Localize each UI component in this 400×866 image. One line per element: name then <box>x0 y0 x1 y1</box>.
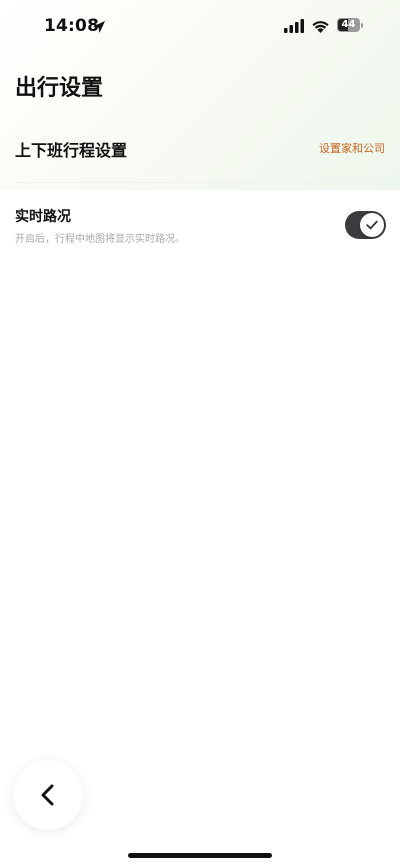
checkmark-icon <box>366 220 378 230</box>
realtime-traffic-label: 实时路况 <box>15 209 71 225</box>
cellular-signal-icon <box>284 19 304 33</box>
battery-level: 44 <box>341 19 356 30</box>
section-divider <box>15 182 385 183</box>
home-indicator <box>128 853 272 858</box>
toggle-knob <box>360 213 384 237</box>
back-button[interactable] <box>13 760 83 830</box>
realtime-traffic-toggle[interactable] <box>345 211 386 239</box>
status-time: 14:08 <box>44 16 100 36</box>
battery-icon: 44 <box>337 18 365 33</box>
location-arrow-icon <box>93 21 105 33</box>
battery-cap <box>361 23 363 28</box>
commute-setting-row[interactable]: 上下班行程设置 设置家和公司 <box>0 128 400 168</box>
wifi-icon <box>312 21 329 33</box>
chevron-left-icon <box>41 784 54 806</box>
commute-setting-label: 上下班行程设置 <box>15 141 128 160</box>
page-title: 出行设置 <box>15 76 104 101</box>
set-home-and-work-link[interactable]: 设置家和公司 <box>319 140 385 156</box>
realtime-traffic-row: 实时路况 开启后，行程中地图将显示实时路况。 <box>0 200 400 256</box>
realtime-traffic-description: 开启后，行程中地图将显示实时路况。 <box>15 234 185 245</box>
status-bar: 14:08 44 <box>0 0 400 54</box>
